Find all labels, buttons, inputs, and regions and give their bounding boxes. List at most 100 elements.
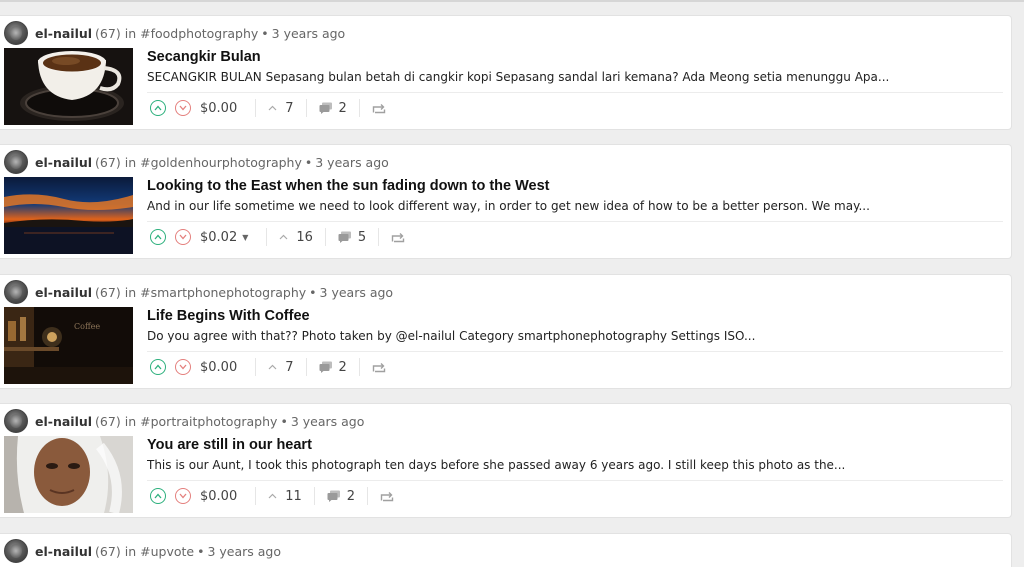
post-header: el-nailul (67) in #foodphotography • 3 y… <box>4 20 345 46</box>
reblog-button[interactable] <box>372 103 386 114</box>
post-header: el-nailul (67) in #smartphonephotography… <box>4 279 393 305</box>
separator-dot: • <box>304 154 313 170</box>
votes-number: 16 <box>296 229 313 245</box>
votes-count[interactable]: 11 <box>268 489 302 504</box>
footer-divider <box>147 480 1003 481</box>
category-tag-link[interactable]: #portraitphotography <box>140 414 277 429</box>
comments-count[interactable]: 2 <box>319 101 347 116</box>
category-tag-link[interactable]: #goldenhourphotography <box>140 155 302 170</box>
avatar[interactable] <box>4 21 28 45</box>
author-link[interactable]: el-nailul <box>35 414 92 429</box>
payout-value[interactable]: $0.02 ▼ <box>200 230 248 245</box>
post-timestamp[interactable]: 3 years ago <box>291 414 365 429</box>
separator-dot: • <box>309 284 317 300</box>
reblog-button[interactable] <box>391 232 405 243</box>
reblog-icon <box>372 362 385 372</box>
payout-value[interactable]: $0.00 <box>200 101 237 116</box>
svg-text:Coffee: Coffee <box>74 322 100 331</box>
avatar[interactable] <box>4 409 28 433</box>
comments-icon <box>338 231 351 243</box>
chevron-up-icon <box>279 232 288 243</box>
votes-count[interactable]: 7 <box>268 360 294 375</box>
author-reputation: (67) <box>95 25 121 41</box>
footer-separator <box>255 487 257 505</box>
upvote-button[interactable] <box>150 488 166 504</box>
post-excerpt[interactable]: SECANGKIR BULAN Sepasang bulan betah di … <box>147 70 1002 84</box>
downvote-button[interactable] <box>175 359 191 375</box>
downvote-button[interactable] <box>175 229 191 245</box>
category-tag-link[interactable]: #upvote <box>140 544 194 559</box>
thumbnail-portrait-image <box>4 436 133 513</box>
comments-count[interactable]: 2 <box>319 360 347 375</box>
in-label: in <box>124 154 137 170</box>
avatar[interactable] <box>4 150 28 174</box>
footer-separator <box>255 358 257 376</box>
author-link[interactable]: el-nailul <box>35 285 92 300</box>
footer-divider <box>147 351 1003 352</box>
chevron-down-icon <box>179 364 187 370</box>
post-card: el-nailul (67) in #foodphotography • 3 y… <box>0 15 1012 130</box>
comments-number: 5 <box>357 229 367 245</box>
downvote-button[interactable] <box>175 488 191 504</box>
downvote-button[interactable] <box>175 100 191 116</box>
post-excerpt[interactable]: This is our Aunt, I took this photograph… <box>147 458 1002 472</box>
post-timestamp[interactable]: 3 years ago <box>207 544 281 559</box>
post-excerpt[interactable]: Do you agree with that?? Photo taken by … <box>147 329 1002 343</box>
in-label: in <box>124 543 137 559</box>
avatar[interactable] <box>4 539 28 563</box>
comments-count[interactable]: 2 <box>327 489 355 504</box>
thumbnail-cafe-image: Coffee <box>4 307 133 384</box>
votes-number: 7 <box>285 100 294 116</box>
footer-separator <box>313 487 315 505</box>
payout-value[interactable]: $0.00 <box>200 360 237 375</box>
post-footer: $0.00 11 2 <box>150 484 394 508</box>
author-link[interactable]: el-nailul <box>35 26 92 41</box>
post-title[interactable]: Looking to the East when the sun fading … <box>147 178 550 194</box>
chevron-down-icon <box>179 493 187 499</box>
post-title[interactable]: You are still in our heart <box>147 437 312 453</box>
post-thumbnail[interactable] <box>4 48 133 125</box>
post-timestamp[interactable]: 3 years ago <box>320 285 394 300</box>
in-label: in <box>124 25 137 41</box>
chevron-down-icon <box>179 105 187 111</box>
footer-separator <box>358 99 360 117</box>
post-thumbnail[interactable] <box>4 436 133 513</box>
post-header: el-nailul (67) in #portraitphotography •… <box>4 408 364 434</box>
chevron-up-icon <box>268 362 277 373</box>
author-link[interactable]: el-nailul <box>35 544 92 559</box>
upvote-button[interactable] <box>150 100 166 116</box>
post-excerpt[interactable]: And in our life sometime we need to look… <box>147 199 1002 213</box>
author-link[interactable]: el-nailul <box>35 155 92 170</box>
footer-divider <box>147 221 1003 222</box>
comments-icon <box>319 102 332 114</box>
post-title[interactable]: Secangkir Bulan <box>147 49 261 65</box>
payout-value[interactable]: $0.00 <box>200 489 237 504</box>
reblog-icon <box>372 103 385 113</box>
payout-amount: $0.02 <box>200 229 238 245</box>
comments-count[interactable]: 5 <box>338 230 366 245</box>
post-title[interactable]: Life Begins With Coffee <box>147 308 310 324</box>
category-tag-link[interactable]: #foodphotography <box>140 26 258 41</box>
chevron-up-icon <box>154 493 162 499</box>
chevron-up-icon <box>268 103 277 114</box>
post-thumbnail[interactable]: Coffee <box>4 307 133 384</box>
payout-amount: $0.00 <box>200 359 238 375</box>
payout-amount: $0.00 <box>200 488 238 504</box>
votes-count[interactable]: 7 <box>268 100 294 116</box>
comments-icon <box>327 490 340 502</box>
chevron-down-icon <box>179 234 187 240</box>
post-thumbnail[interactable] <box>4 177 133 254</box>
votes-count[interactable]: 16 <box>279 230 313 245</box>
in-label: in <box>124 413 137 429</box>
caret-down-icon[interactable]: ▼ <box>242 233 248 242</box>
post-timestamp[interactable]: 3 years ago <box>272 26 346 41</box>
comments-number: 2 <box>338 359 347 375</box>
upvote-button[interactable] <box>150 229 166 245</box>
reblog-button[interactable] <box>380 491 394 502</box>
reblog-button[interactable] <box>372 362 386 373</box>
post-timestamp[interactable]: 3 years ago <box>315 155 389 170</box>
avatar[interactable] <box>4 280 28 304</box>
category-tag-link[interactable]: #smartphonephotography <box>140 285 306 300</box>
footer-separator <box>358 358 360 376</box>
upvote-button[interactable] <box>150 359 166 375</box>
